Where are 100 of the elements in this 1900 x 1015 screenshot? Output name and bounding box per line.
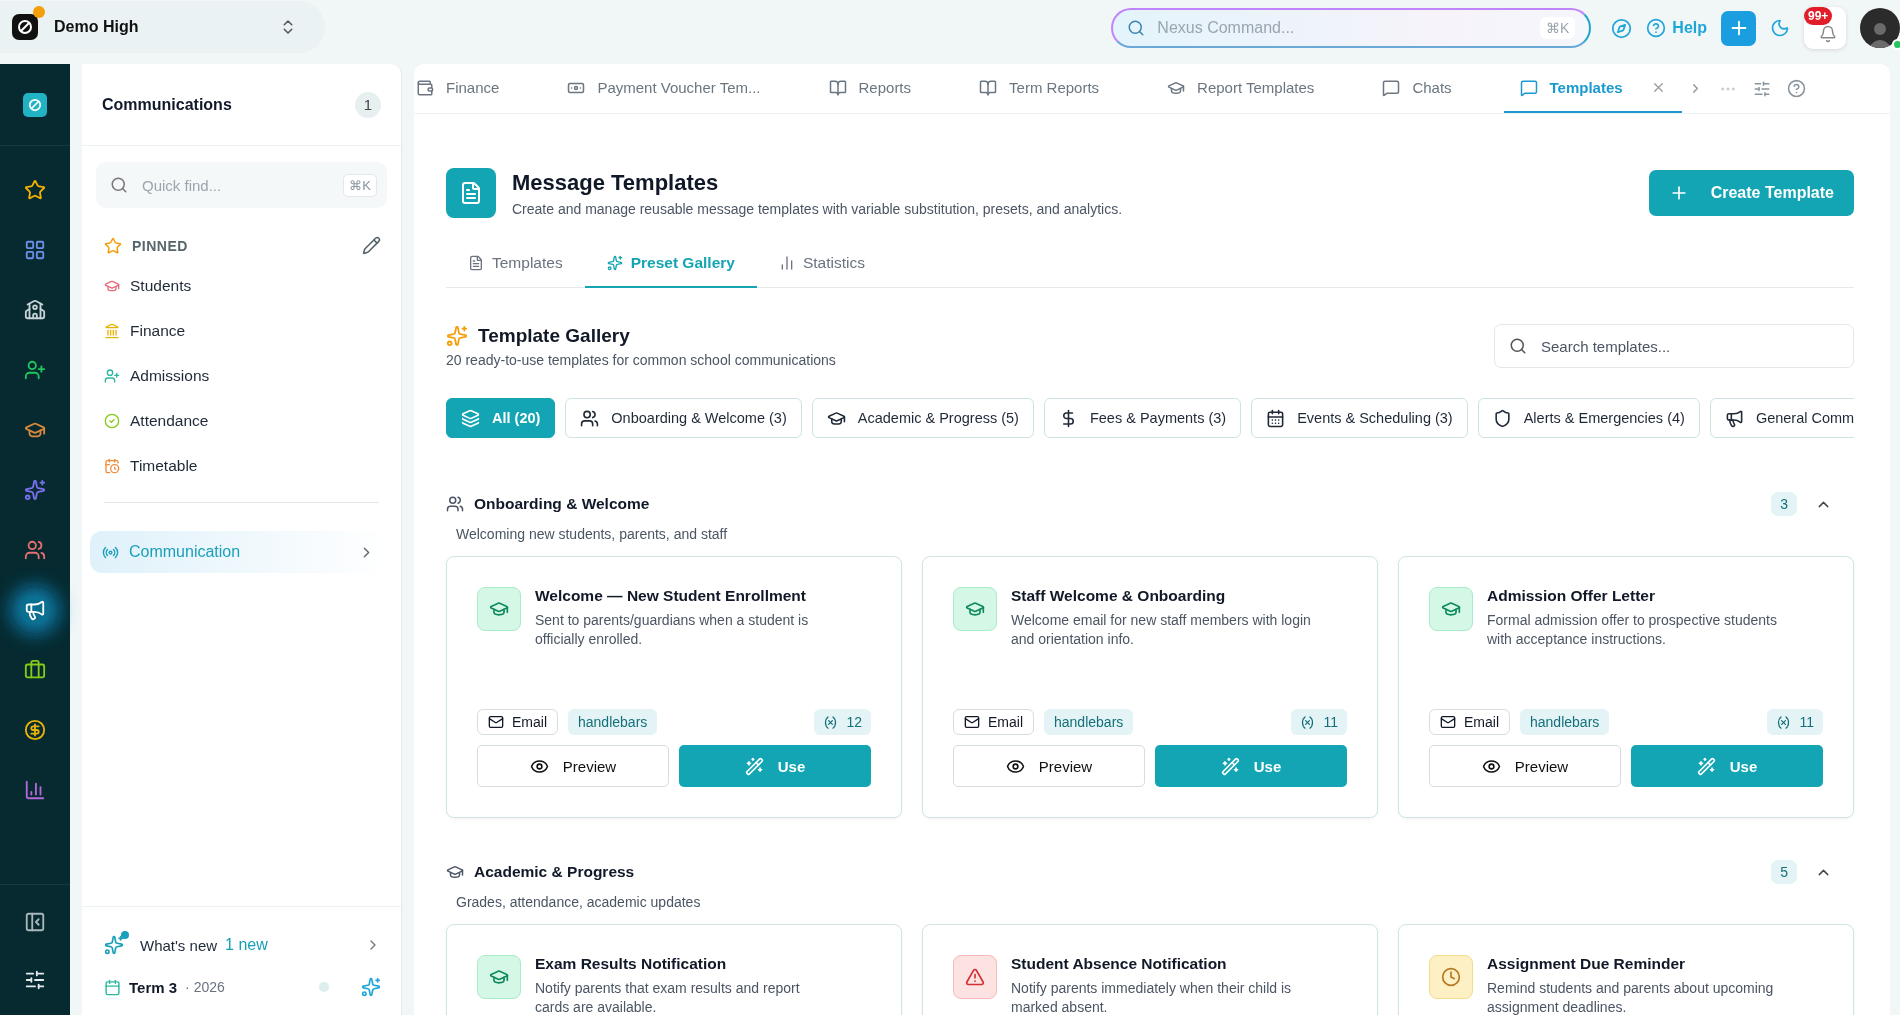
add-button[interactable] [1721,10,1756,46]
compass-icon[interactable] [1611,17,1633,39]
count-badge: 1 [355,91,381,118]
status-dot [319,982,329,992]
quick-find-bar[interactable]: Quick find... ⌘K [96,162,387,208]
pinned-item[interactable]: Finance [82,308,401,353]
search-icon [110,176,128,194]
magic-wand-icon [744,756,764,776]
search-icon [1509,337,1527,355]
term-year: · 2026 [185,979,226,995]
avatar[interactable] [1860,8,1900,48]
shortcut-key: ⌘K [343,173,377,197]
new-dot [121,931,129,939]
use-button[interactable]: Use [1155,745,1347,787]
command-search-bar[interactable]: Nexus Command... ⌘K [1111,8,1592,48]
settings-icon[interactable] [24,969,46,991]
document-icon [468,255,484,271]
template-description: Welcome email for new staff members with login and orientation info. [1011,611,1311,649]
pinned-item[interactable]: Students [82,263,401,308]
template-title: Staff Welcome & Onboarding [1011,587,1227,605]
preview-button[interactable]: Preview [477,745,669,787]
section-count: 3 [1771,492,1797,516]
filter-chip[interactable]: General Comm [1709,398,1854,438]
filter-chip[interactable]: Onboarding & Welcome (3) [565,398,802,438]
channel-tag: Email [1429,709,1510,735]
tab[interactable]: Term Reports [963,64,1116,113]
filter-chip[interactable]: Alerts & Emergencies (4) [1477,398,1700,438]
gallery-title: Template Gallery [478,324,630,347]
help-icon[interactable] [1786,79,1806,98]
preview-button[interactable]: Preview [953,745,1145,787]
tab[interactable]: Chats [1366,64,1468,113]
section-title: Academic & Progress [474,863,636,881]
create-template-button[interactable]: Create Template [1648,170,1854,216]
template-description: Remind students and parents about upcoming assignment deadlines. [1487,979,1775,1015]
preview-button[interactable]: Preview [1429,745,1621,787]
template-title: Exam Results Notification [535,955,728,973]
channel-tag: Email [953,709,1034,735]
moon-icon[interactable] [1770,18,1790,38]
chat-icon [1382,78,1401,97]
use-button[interactable]: Use [679,745,871,787]
mail-icon [488,714,504,730]
variable-icon [1776,714,1792,730]
chat-icon [1519,78,1538,97]
edit-icon[interactable] [362,236,381,255]
magic-wand-icon [1220,756,1240,776]
book-icon [979,78,998,97]
collapse-sidebar-icon[interactable] [24,911,46,933]
tab[interactable]: Finance [414,64,516,113]
sliders-icon[interactable] [1752,79,1771,98]
tab[interactable]: Payment Voucher Tem... [551,64,777,113]
sparkles-icon [104,935,124,955]
pinned-item[interactable]: Attendance [82,398,401,443]
users-icon [580,408,600,428]
filter-chip[interactable]: All (20) [446,398,556,438]
pinned-item[interactable]: Timetable [82,443,401,488]
book-icon [828,78,847,97]
mail-icon [964,714,980,730]
sidebar-title: Communications [102,95,233,114]
sparkles-icon [446,324,468,347]
filter-chip[interactable]: Academic & Progress (5) [811,398,1034,438]
variable-icon [823,714,839,730]
tab[interactable]: Templates [1503,64,1682,113]
engine-tag: handlebars [568,709,658,735]
layers-icon [461,408,480,428]
filter-chip[interactable]: Fees & Payments (3) [1043,398,1242,438]
megaphone-icon[interactable] [11,586,59,634]
help-icon [1646,18,1667,38]
section-description: Grades, attendance, academic updates [456,894,702,910]
workspace-switcher[interactable]: Demo High [0,1,325,53]
quick-find-input[interactable]: Quick find... [140,175,332,195]
sparkles-icon[interactable] [361,977,381,997]
tab[interactable]: Reports [812,64,928,113]
page-tab[interactable]: Statistics [756,240,887,288]
bell-icon [1819,25,1837,43]
template-description: Sent to parents/guardians when a student is officially enrolled. [535,611,810,649]
filter-chip[interactable]: Events & Scheduling (3) [1251,398,1468,438]
calendar-icon [1266,408,1286,428]
bank-icon [104,322,120,339]
gallery-subtitle: 20 ready-to-use templates for common school communications [446,351,836,368]
help-button[interactable]: Help [1646,18,1707,38]
section-description: Welcoming new students, parents, and staff [456,526,729,542]
users-icon [446,495,464,513]
page-tab[interactable]: Preset Gallery [584,240,757,288]
search-bar[interactable]: Search templates... [1494,324,1854,368]
use-button[interactable]: Use [1631,745,1823,787]
command-input[interactable]: Nexus Command... [1155,18,1530,38]
whats-new-link[interactable]: What's new 1 new [104,935,381,955]
variable-icon [1300,714,1316,730]
shortcut-key: ⌘K [1540,17,1576,39]
status-dot [33,6,45,18]
tab[interactable]: Report Templates [1151,64,1331,113]
notifications-button[interactable]: 99+ [1804,7,1846,49]
page-tab[interactable]: Templates [446,240,585,288]
engine-tag: handlebars [1044,709,1134,735]
section-title: Onboarding & Welcome [474,495,651,513]
app-logo-icon[interactable] [23,92,47,117]
pinned-item[interactable]: Admissions [82,353,401,398]
template-description: Formal admission offer to prospective students with acceptance instructions. [1487,611,1778,649]
template-title: Admission Offer Letter [1487,587,1656,605]
calendar-icon [104,978,121,996]
